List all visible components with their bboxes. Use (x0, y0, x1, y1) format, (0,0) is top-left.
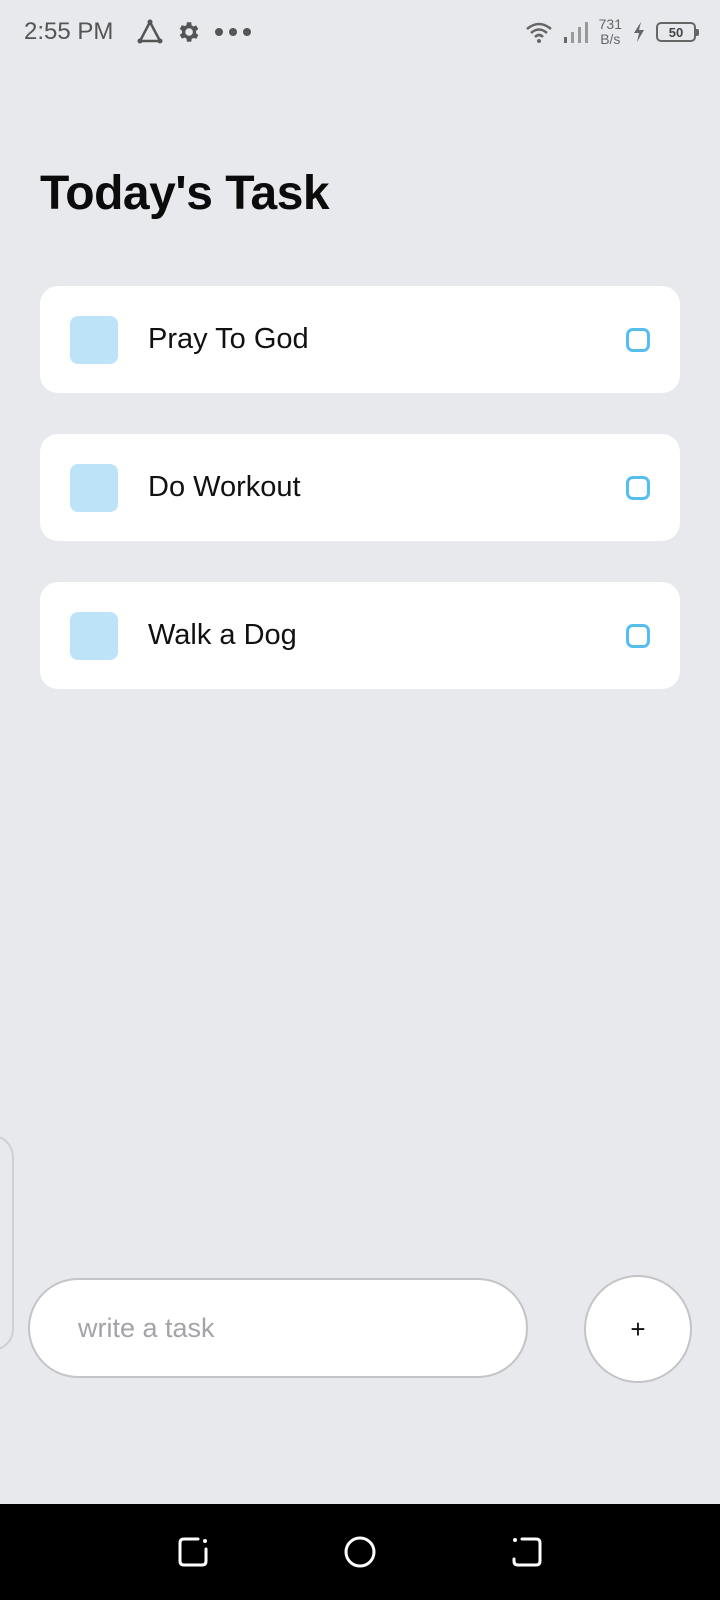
task-label: Pray To God (148, 323, 309, 355)
battery-level: 50 (668, 24, 684, 40)
status-left: 2:55 PM (24, 18, 253, 46)
net-speed: 731 B/s (599, 17, 622, 47)
triangle-icon (137, 19, 163, 45)
net-speed-value: 731 (598, 16, 622, 32)
task-checkbox[interactable] (626, 623, 650, 648)
status-time: 2:55 PM (24, 18, 114, 45)
task-item[interactable]: Pray To God (40, 286, 680, 393)
task-color-square (70, 463, 118, 512)
task-checkbox[interactable] (626, 327, 650, 352)
net-speed-unit: B/s (600, 31, 621, 47)
edge-panel-handle[interactable] (0, 1135, 14, 1351)
recent-apps-icon[interactable] (176, 1535, 210, 1569)
task-color-square (70, 611, 118, 660)
task-item[interactable]: Do Workout (40, 434, 680, 541)
signal-icon (563, 21, 589, 43)
task-label: Walk a Dog (148, 619, 297, 651)
task-list: Pray To God Do Workout Walk a Dog (40, 286, 680, 730)
task-input[interactable] (28, 1278, 528, 1378)
more-dots-icon (213, 26, 253, 38)
wifi-icon (525, 21, 553, 43)
status-right: 731 B/s 50 (525, 17, 699, 47)
back-icon[interactable] (510, 1535, 544, 1569)
task-color-square (70, 315, 118, 364)
charging-icon (632, 21, 646, 43)
home-icon[interactable] (343, 1535, 377, 1569)
page-title: Today's Task (40, 167, 330, 220)
status-bar: 2:55 PM 731 B/s 50 (0, 0, 720, 64)
task-checkbox[interactable] (626, 475, 650, 500)
nav-bar (0, 1504, 720, 1600)
task-item[interactable]: Walk a Dog (40, 582, 680, 689)
task-label: Do Workout (148, 471, 301, 503)
add-task-button[interactable]: + (584, 1275, 692, 1383)
battery-icon: 50 (656, 22, 699, 42)
gear-icon (175, 19, 201, 45)
